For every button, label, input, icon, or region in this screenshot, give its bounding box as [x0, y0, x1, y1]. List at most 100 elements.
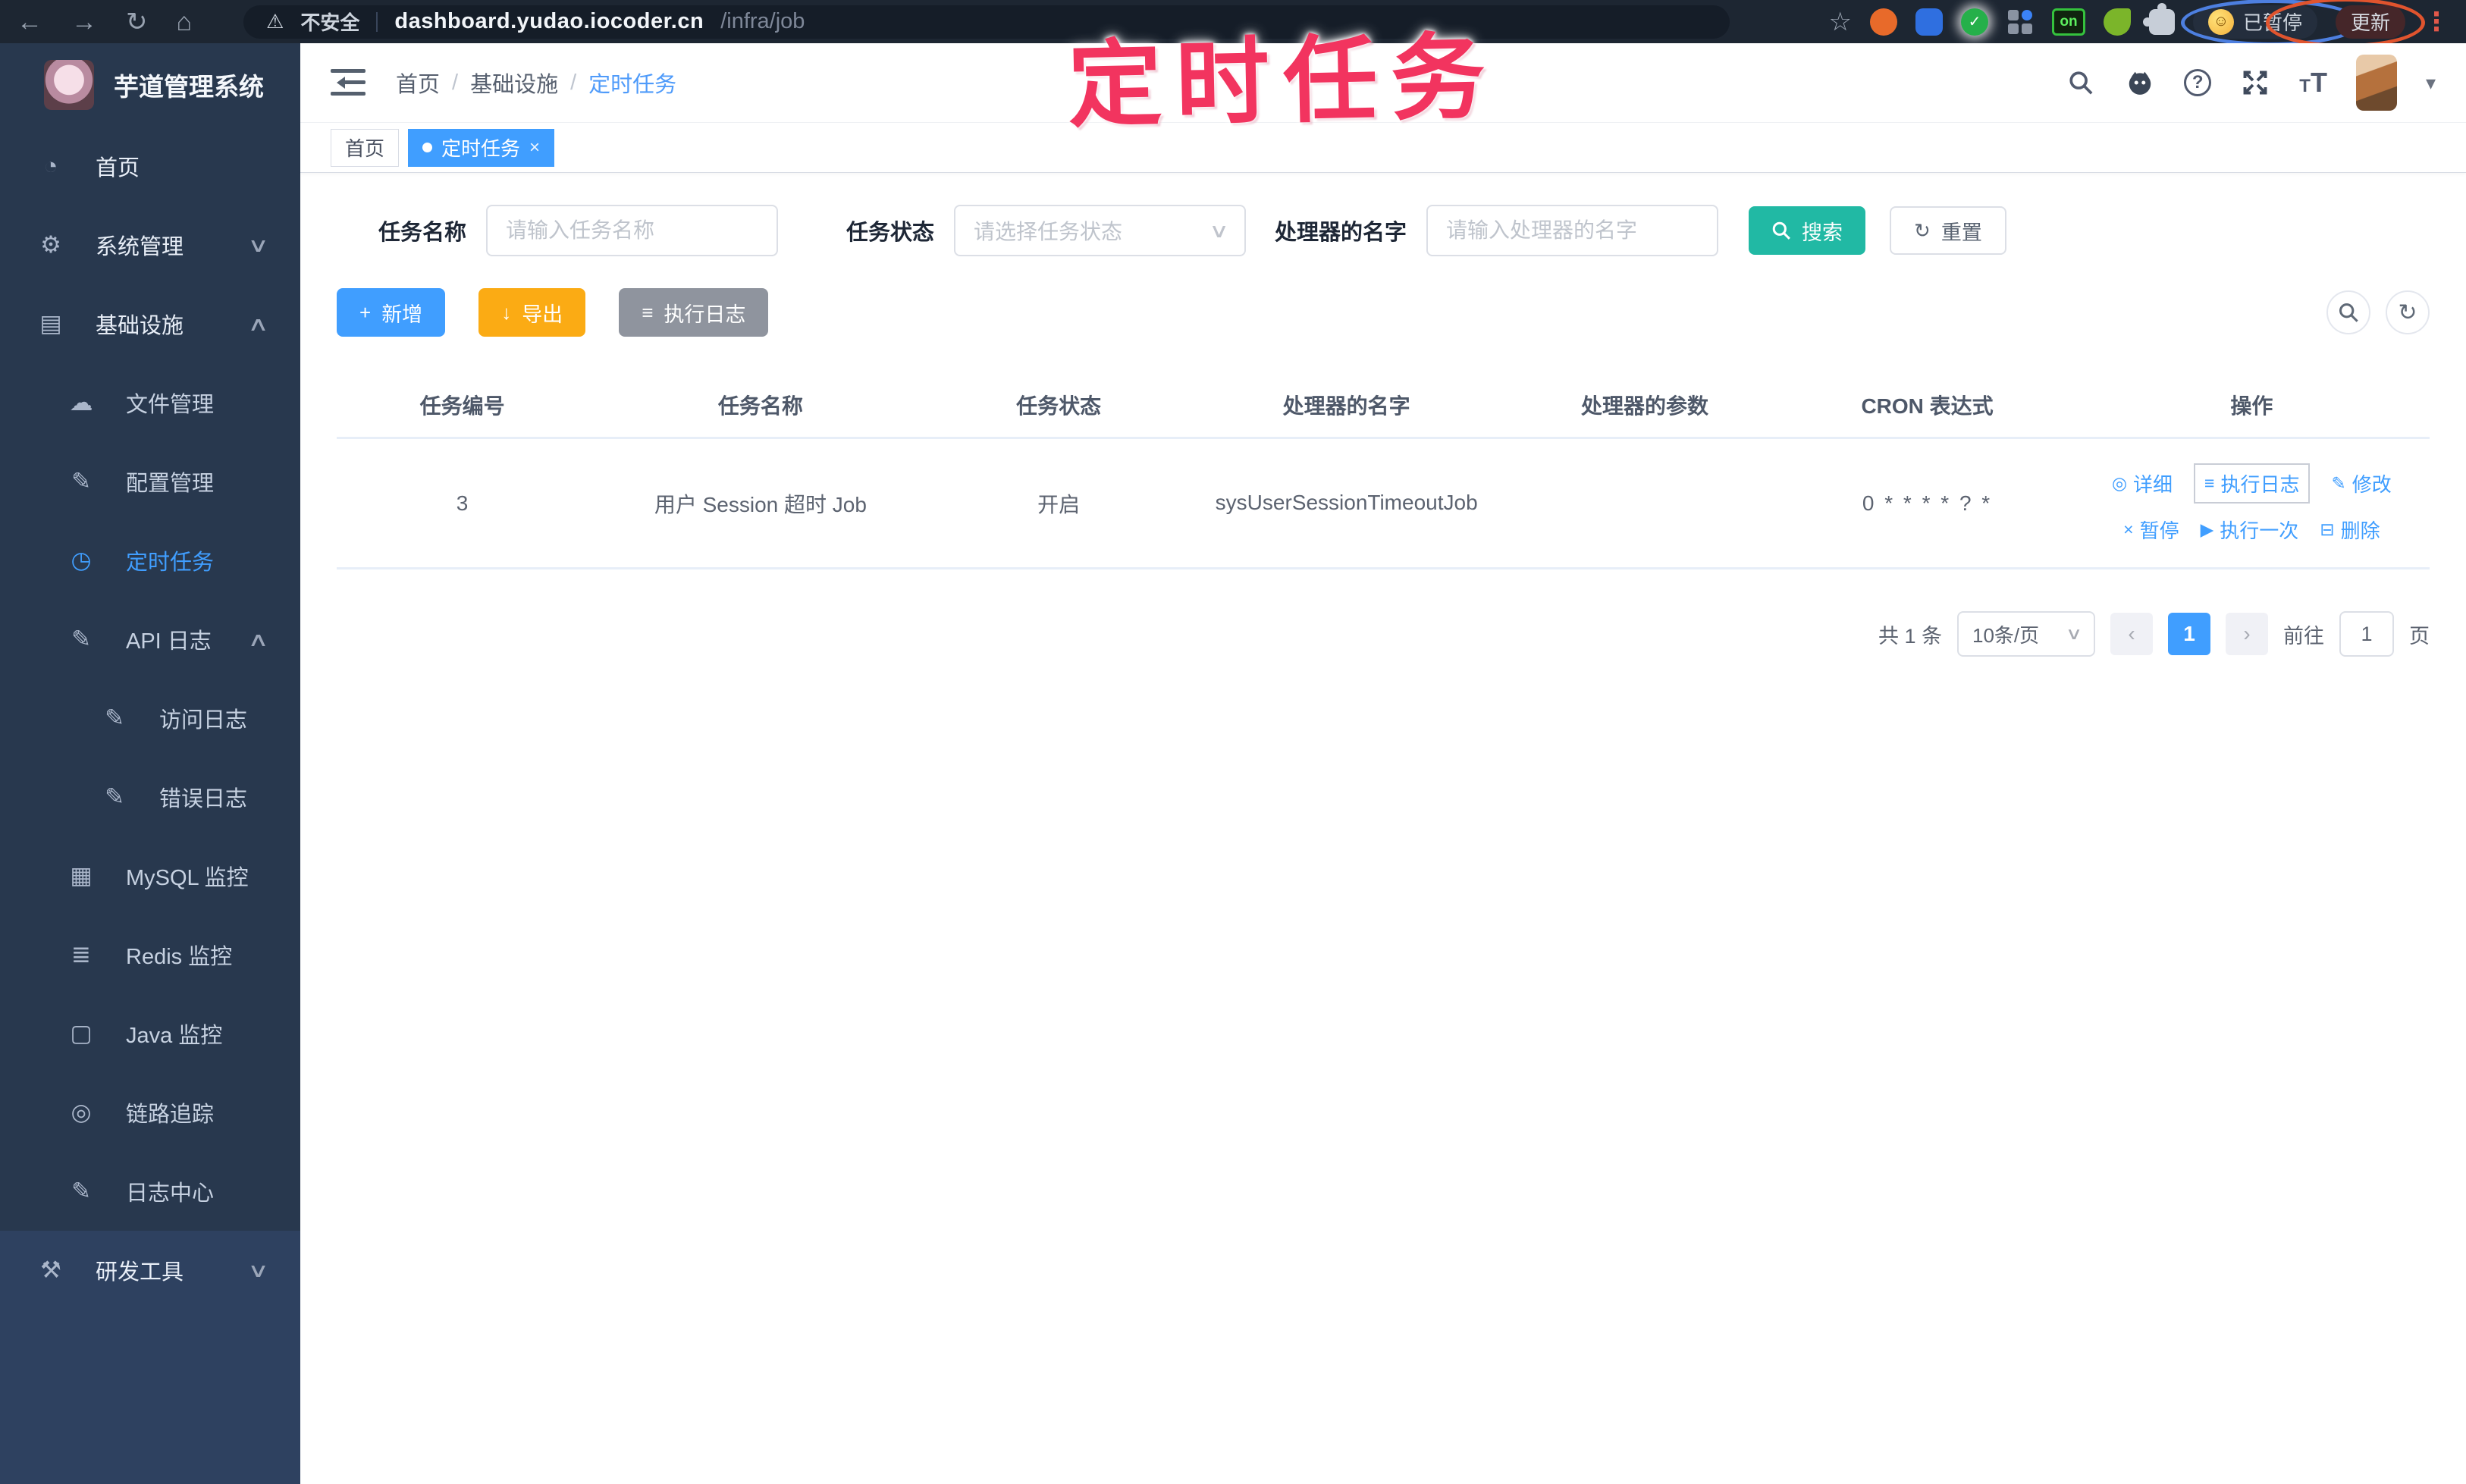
breadcrumb-home[interactable]: 首页 [396, 67, 440, 99]
chevron-down-icon: ∨ [247, 233, 269, 256]
main-area: 首页 / 基础设施 / 定时任务 ? TT ▾ 首页 定时任务 × 任务名称 请… [300, 43, 2466, 1484]
extension-grid-icon[interactable] [2006, 8, 2034, 36]
job-name-input[interactable] [486, 205, 779, 256]
sidebar-item-api-logs[interactable]: ✎ API 日志 ∧ [0, 600, 300, 679]
search-icon[interactable] [2066, 67, 2096, 98]
annotation-title: 定时任务 [1066, 25, 1500, 139]
extension-on-badge[interactable]: on [2051, 8, 2085, 36]
log-center-icon: ✎ [71, 1178, 91, 1204]
close-icon[interactable]: × [529, 137, 540, 158]
cell-job-status: 开启 [933, 438, 1184, 569]
reset-button[interactable]: ↻ 重置 [1890, 206, 2006, 255]
update-label: 更新 [2350, 11, 2390, 34]
edit-link[interactable]: ✎ 修改 [2331, 469, 2391, 497]
breadcrumb-infrastructure[interactable]: 基础设施 [470, 67, 558, 99]
back-icon[interactable]: ← [17, 9, 42, 35]
table-header-row: 任务编号 任务名称 任务状态 处理器的名字 处理器的参数 CRON 表达式 操作 [337, 373, 2430, 439]
job-status-label: 任务状态 [846, 221, 935, 245]
pencil-icon: ✎ [2331, 472, 2346, 493]
chevron-up-icon: ∧ [247, 627, 269, 651]
tag-home[interactable]: 首页 [331, 128, 400, 167]
sidebar-item-system-management[interactable]: ⚙ 系统管理 ∨ [0, 206, 300, 284]
detail-link[interactable]: ◎ 详细 [2112, 469, 2173, 497]
sidebar-item-config-management[interactable]: ✎ 配置管理 [0, 442, 300, 521]
extension-blue-icon[interactable] [1915, 8, 1943, 36]
sidebar-item-label: Java 监控 [126, 1024, 223, 1048]
browser-right-cluster: ☆ ✓ on ☺ 已暂停 更新 ⋮ [1828, 0, 2449, 48]
github-icon[interactable] [2125, 67, 2155, 98]
sidebar-item-file-management[interactable]: ☁ 文件管理 [0, 363, 300, 442]
sidebar-item-error-logs[interactable]: ✎ 错误日志 [0, 758, 300, 836]
forward-icon[interactable]: → [71, 9, 97, 35]
trash-icon: ⊟ [2320, 519, 2335, 539]
sidebar-item-mysql-monitor[interactable]: ▦ MySQL 监控 [0, 836, 300, 915]
next-page-button[interactable]: › [2226, 613, 2268, 655]
handler-name-input[interactable] [1426, 205, 1719, 256]
sidebar-item-java-monitor[interactable]: ▢ Java 监控 [0, 994, 300, 1073]
job-status-select[interactable]: 请选择任务状态 ∨ [954, 205, 1247, 256]
dashboard-icon: ◔ [43, 152, 58, 179]
extensions-puzzle-icon[interactable] [2142, 2, 2175, 35]
home-icon[interactable]: ⌂ [177, 9, 193, 35]
col-handler-param: 处理器的参数 [1508, 373, 1781, 439]
add-button[interactable]: + 新增 [337, 288, 446, 337]
search-button[interactable]: 搜索 [1749, 206, 1866, 255]
extension-green-check-icon[interactable]: ✓ [1960, 8, 1988, 36]
paused-label: 已暂停 [2242, 11, 2302, 34]
sidebar-item-scheduled-tasks[interactable]: ◷ 定时任务 [0, 521, 300, 600]
sidebar-item-home[interactable]: ◔ 首页 [0, 127, 300, 206]
export-button[interactable]: ↓ 导出 [478, 288, 586, 337]
total-count: 共 1 条 [1878, 624, 1942, 648]
sidebar-item-access-logs[interactable]: ✎ 访问日志 [0, 679, 300, 758]
sidebar-item-label: MySQL 监控 [126, 866, 249, 890]
toggle-search-button[interactable] [2326, 290, 2370, 334]
avatar-caret-down-icon[interactable]: ▾ [2426, 71, 2436, 95]
search-icon [2339, 303, 2358, 322]
execution-log-button[interactable]: ≡ 执行日志 [619, 288, 769, 337]
chevron-down-icon: ∨ [2065, 624, 2083, 643]
cloud-upload-icon: ☁ [69, 389, 93, 416]
list-icon: ≡ [642, 301, 654, 324]
tag-scheduled-tasks[interactable]: 定时任务 × [408, 128, 555, 167]
run-once-link[interactable]: ▶ 执行一次 [2201, 516, 2299, 544]
sidebar-item-label: 日志中心 [126, 1181, 215, 1206]
address-bar[interactable]: ⚠ 不安全 dashboard.yudao.iocoder.cn /infra/… [243, 5, 1730, 39]
refresh-table-button[interactable]: ↻ [2386, 290, 2430, 334]
sidebar-item-redis-monitor[interactable]: ≣ Redis 监控 [0, 915, 300, 994]
delete-link[interactable]: ⊟ 删除 [2320, 516, 2380, 544]
add-button-label: 新增 [381, 303, 423, 326]
tag-label: 定时任务 [441, 137, 521, 160]
handler-name-label: 处理器的名字 [1275, 221, 1407, 245]
refresh-icon: ↻ [2398, 300, 2417, 325]
chevron-down-icon: ∨ [247, 1258, 269, 1282]
app-logo-row[interactable]: 芋道管理系统 [0, 43, 300, 127]
profile-paused-pill[interactable]: ☺ 已暂停 [2180, 0, 2361, 46]
goto-page-input[interactable] [2339, 611, 2394, 657]
page-1-button[interactable]: 1 [2168, 613, 2210, 655]
pause-link[interactable]: × 暂停 [2123, 516, 2179, 544]
cell-actions: ◎ 详细 ≡ 执行日志 ✎ 修改 × 暂停 ▶ 执行一次 ⊟ 删除 [2073, 438, 2430, 569]
browser-update-button[interactable]: 更新 [2266, 0, 2425, 48]
prev-page-button[interactable]: ‹ [2110, 613, 2153, 655]
log-edit-icon: ✎ [71, 626, 91, 652]
sidebar-item-trace[interactable]: ◎ 链路追踪 [0, 1073, 300, 1152]
page-size-select[interactable]: 10条/页 ∨ [1957, 611, 2095, 657]
select-placeholder: 请选择任务状态 [974, 220, 1123, 243]
font-size-icon[interactable]: TT [2299, 67, 2327, 99]
eye-icon: ◎ [71, 1099, 92, 1125]
row-execution-log-link[interactable]: ≡ 执行日志 [2194, 463, 2311, 504]
gear-icon: ⚙ [40, 231, 61, 258]
bookmark-star-icon[interactable]: ☆ [1828, 7, 1851, 37]
user-avatar[interactable] [2355, 55, 2397, 111]
app-title: 芋道管理系统 [114, 73, 264, 101]
help-icon[interactable]: ? [2184, 69, 2212, 96]
reload-icon[interactable]: ↻ [126, 9, 148, 35]
extension-orange-icon[interactable] [1869, 8, 1897, 36]
extension-leaf-icon[interactable] [2103, 8, 2131, 36]
collapse-sidebar-icon[interactable] [331, 69, 366, 96]
fullscreen-icon[interactable] [2240, 67, 2270, 98]
sidebar-item-log-center[interactable]: ✎ 日志中心 [0, 1152, 300, 1231]
sidebar-item-infrastructure[interactable]: ▤ 基础设施 ∧ [0, 284, 300, 363]
sidebar-item-dev-tools[interactable]: ⚒ 研发工具 ∨ [0, 1231, 300, 1310]
browser-menu-kebab-icon[interactable]: ⋮ [2424, 7, 2449, 37]
